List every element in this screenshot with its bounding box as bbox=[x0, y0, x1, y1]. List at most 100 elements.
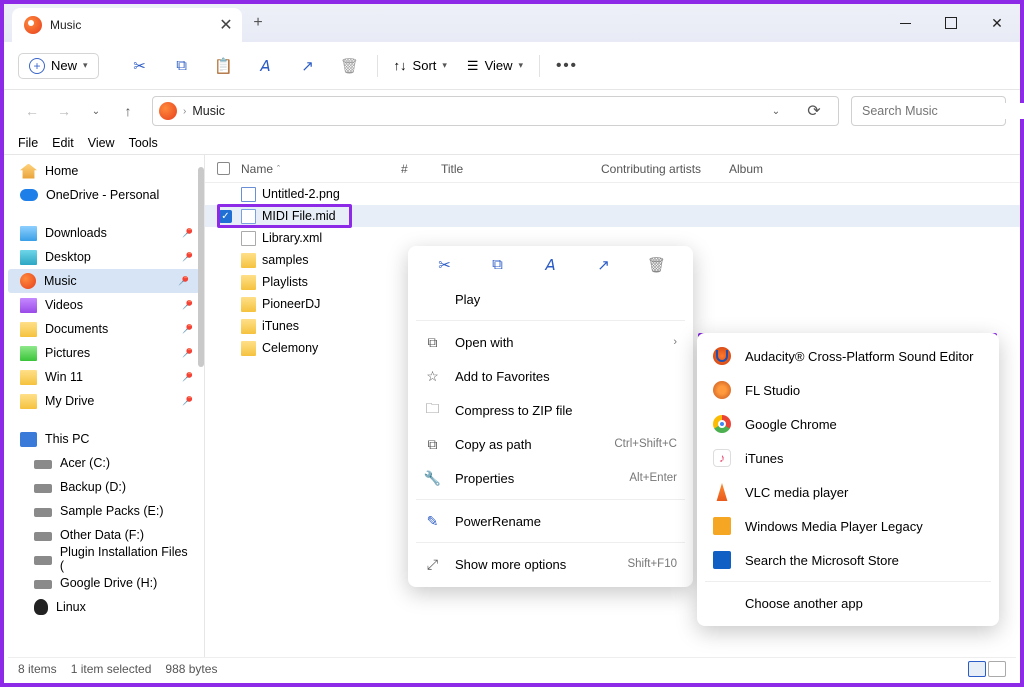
app-chrome[interactable]: Google Chrome bbox=[697, 407, 999, 441]
pin-icon: 📍 bbox=[178, 224, 197, 243]
nav-back-button[interactable]: ← bbox=[18, 97, 46, 125]
sidebar-item-plugin[interactable]: Plugin Installation Files ( bbox=[4, 547, 204, 571]
sort-asc-icon: ˆ bbox=[277, 164, 280, 174]
sidebar-item-pictures[interactable]: Pictures📍 bbox=[4, 341, 204, 365]
rename-icon[interactable]: 𝘈 bbox=[534, 256, 568, 274]
tab-close-icon[interactable]: ✕ bbox=[218, 15, 234, 35]
col-name[interactable]: Nameˆ bbox=[241, 162, 401, 176]
window-minimize-button[interactable] bbox=[882, 4, 928, 42]
ctx-compress[interactable]: 🗀Compress to ZIP file bbox=[408, 393, 693, 427]
sidebar-item-gdrive[interactable]: Google Drive (H:) bbox=[4, 571, 204, 595]
zip-icon: 🗀 bbox=[424, 402, 441, 419]
column-headers: Nameˆ # Title Contributing artists Album bbox=[205, 155, 1020, 183]
path-history-icon[interactable]: ⌄ bbox=[762, 97, 790, 125]
sidebar-item-otherdata[interactable]: Other Data (F:) bbox=[4, 523, 204, 547]
sidebar: Home OneDrive - Personal Downloads📍 Desk… bbox=[4, 155, 204, 658]
rename-icon[interactable]: 𝘈 bbox=[247, 50, 285, 82]
menubar: File Edit View Tools bbox=[4, 132, 1020, 155]
new-tab-button[interactable]: + bbox=[242, 14, 274, 32]
image-file-icon bbox=[241, 187, 256, 202]
new-button[interactable]: + New ▾ bbox=[18, 53, 99, 79]
ctx-properties[interactable]: 🔧PropertiesAlt+Enter bbox=[408, 461, 693, 495]
linux-icon bbox=[34, 599, 48, 615]
delete-icon[interactable]: 🗑 bbox=[640, 256, 674, 274]
menu-edit[interactable]: Edit bbox=[52, 136, 74, 150]
col-album[interactable]: Album bbox=[721, 162, 1020, 176]
sidebar-item-music[interactable]: Music📍 bbox=[8, 269, 200, 293]
ctx-powerrename[interactable]: ✎PowerRename bbox=[408, 504, 693, 538]
thumbnail-view-button[interactable] bbox=[988, 661, 1006, 677]
audacity-icon bbox=[713, 347, 731, 365]
path-box[interactable]: › Music ⌄ ⟳ bbox=[152, 96, 839, 126]
window-close-button[interactable]: ✕ bbox=[974, 4, 1020, 42]
col-num[interactable]: # bbox=[401, 162, 441, 176]
sidebar-item-samplepacks[interactable]: Sample Packs (E:) bbox=[4, 499, 204, 523]
sidebar-item-documents[interactable]: Documents📍 bbox=[4, 317, 204, 341]
app-store[interactable]: Search the Microsoft Store bbox=[697, 543, 999, 577]
paste-icon: 📋 bbox=[205, 50, 243, 82]
ctx-show-more[interactable]: ⤢Show more optionsShift+F10 bbox=[408, 547, 693, 581]
sidebar-item-backup[interactable]: Backup (D:) bbox=[4, 475, 204, 499]
refresh-icon[interactable]: ⟳ bbox=[796, 101, 832, 121]
sidebar-item-videos[interactable]: Videos📍 bbox=[4, 293, 204, 317]
nav-forward-button[interactable]: → bbox=[50, 97, 78, 125]
app-vlc[interactable]: VLC media player bbox=[697, 475, 999, 509]
separator bbox=[539, 55, 540, 77]
downloads-icon bbox=[20, 226, 37, 241]
copy-icon[interactable]: ⧉ bbox=[481, 256, 515, 274]
col-artist[interactable]: Contributing artists bbox=[601, 162, 721, 176]
sort-icon: ↑↓ bbox=[394, 58, 407, 73]
app-choose-another[interactable]: Choose another app bbox=[697, 586, 999, 620]
view-button[interactable]: ☰ View ▾ bbox=[459, 54, 531, 78]
window-maximize-button[interactable] bbox=[928, 4, 974, 42]
details-view-button[interactable] bbox=[968, 661, 986, 677]
copy-icon[interactable]: ⧉ bbox=[163, 50, 201, 82]
menu-file[interactable]: File bbox=[18, 136, 38, 150]
search-input[interactable] bbox=[860, 103, 1024, 119]
app-itunes[interactable]: ♪iTunes bbox=[697, 441, 999, 475]
delete-icon[interactable]: 🗑 bbox=[331, 50, 369, 82]
sort-button[interactable]: ↑↓ Sort ▾ bbox=[386, 54, 455, 77]
context-menu: ✂ ⧉ 𝘈 ↗ 🗑 Play ⧉Open with› ☆Add to Favor… bbox=[408, 246, 693, 587]
checkbox-checked-icon[interactable]: ✓ bbox=[219, 210, 232, 223]
pin-icon: 📍 bbox=[178, 392, 197, 411]
chevron-down-icon: ▾ bbox=[442, 60, 447, 71]
menu-view[interactable]: View bbox=[88, 136, 115, 150]
share-icon[interactable]: ↗ bbox=[587, 256, 621, 274]
sidebar-item-downloads[interactable]: Downloads📍 bbox=[4, 221, 204, 245]
sidebar-item-acer[interactable]: Acer (C:) bbox=[4, 451, 204, 475]
col-title[interactable]: Title bbox=[441, 162, 601, 176]
pin-icon: 📍 bbox=[174, 272, 193, 291]
folder-icon bbox=[20, 370, 37, 385]
ctx-add-favorites[interactable]: ☆Add to Favorites bbox=[408, 359, 693, 393]
cut-icon[interactable]: ✂ bbox=[121, 50, 159, 82]
tab-music[interactable]: Music ✕ bbox=[12, 8, 242, 42]
sidebar-item-win11[interactable]: Win 11📍 bbox=[4, 365, 204, 389]
list-view-icon: ☰ bbox=[467, 58, 479, 74]
app-wmp[interactable]: Windows Media Player Legacy bbox=[697, 509, 999, 543]
more-options-icon[interactable]: ••• bbox=[548, 50, 586, 82]
sidebar-item-onedrive[interactable]: OneDrive - Personal bbox=[4, 183, 204, 207]
chevron-down-icon: ▾ bbox=[519, 60, 524, 71]
select-all-checkbox[interactable] bbox=[205, 162, 241, 175]
app-flstudio[interactable]: FL Studio bbox=[697, 373, 999, 407]
menu-tools[interactable]: Tools bbox=[129, 136, 158, 150]
share-icon[interactable]: ↗ bbox=[289, 50, 327, 82]
app-audacity[interactable]: Audacity® Cross-Platform Sound Editor bbox=[697, 339, 999, 373]
nav-recent-button[interactable]: ⌄ bbox=[82, 97, 110, 125]
file-row-selected[interactable]: ✓MIDI File.mid bbox=[205, 205, 1020, 227]
file-row[interactable]: Untitled-2.png bbox=[205, 183, 1020, 205]
tab-title: Music bbox=[50, 18, 210, 32]
sidebar-item-linux[interactable]: Linux bbox=[4, 595, 204, 619]
ctx-copy-path[interactable]: ⧉Copy as pathCtrl+Shift+C bbox=[408, 427, 693, 461]
sidebar-item-desktop[interactable]: Desktop📍 bbox=[4, 245, 204, 269]
nav-up-button[interactable]: ↑ bbox=[114, 97, 142, 125]
search-box[interactable]: ⌕ bbox=[851, 96, 1006, 126]
ctx-play[interactable]: Play bbox=[408, 282, 693, 316]
sidebar-item-mydrive[interactable]: My Drive📍 bbox=[4, 389, 204, 413]
ctx-open-with[interactable]: ⧉Open with› bbox=[408, 325, 693, 359]
sidebar-item-home[interactable]: Home bbox=[4, 159, 204, 183]
sidebar-item-thispc[interactable]: This PC bbox=[4, 427, 204, 451]
cut-icon[interactable]: ✂ bbox=[428, 256, 462, 274]
breadcrumb-music[interactable]: Music bbox=[192, 104, 225, 118]
